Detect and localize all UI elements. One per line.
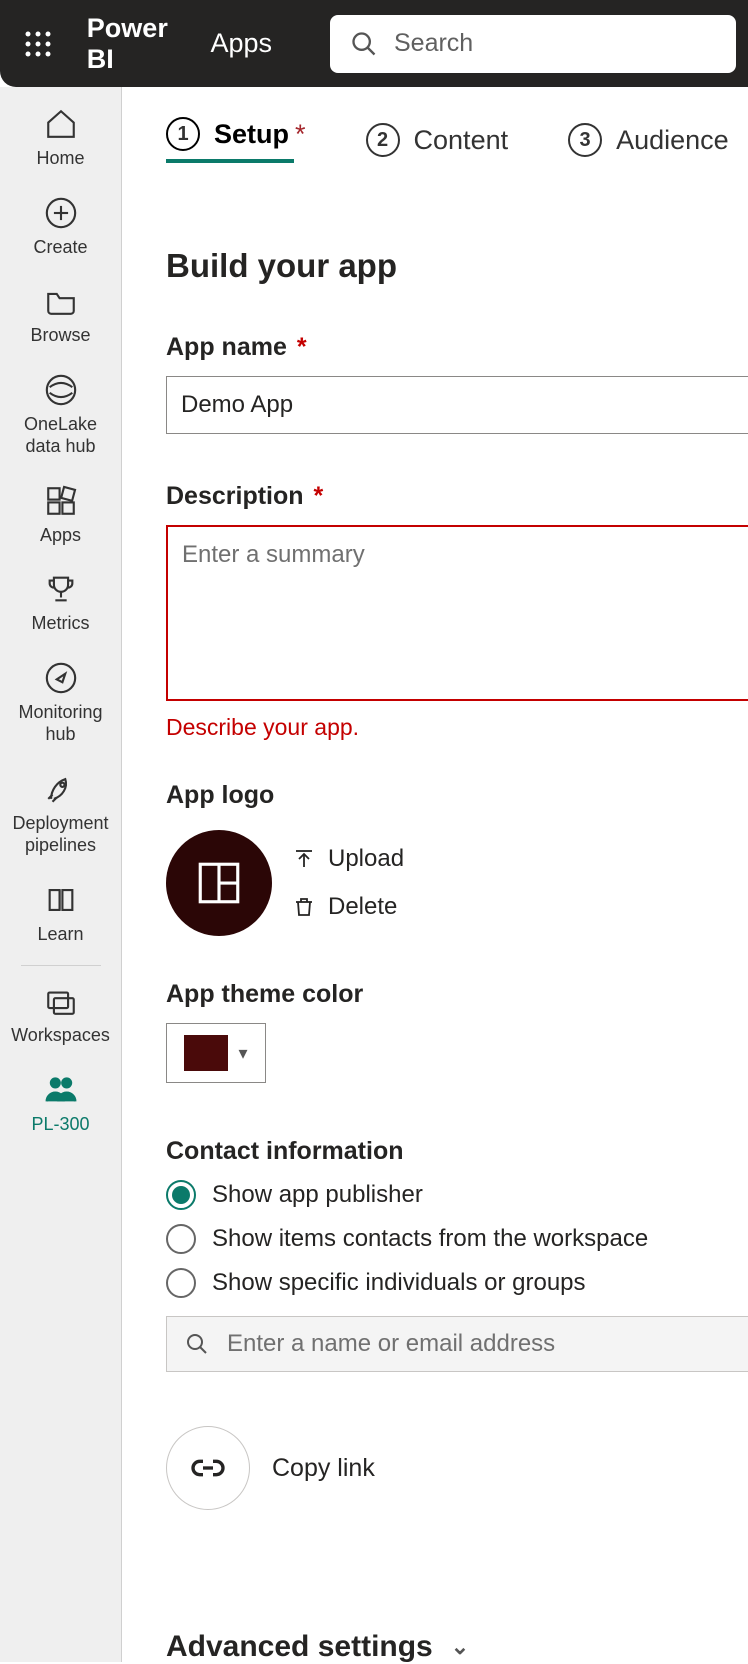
nav-home[interactable]: Home [6, 97, 116, 182]
page-title: Build your app [166, 247, 748, 285]
description-label: Description* [166, 482, 748, 511]
contact-label: Contact information [166, 1137, 748, 1166]
theme-color-picker[interactable]: ▾ [166, 1023, 266, 1083]
folder-icon [8, 284, 114, 318]
workspaces-icon [8, 984, 114, 1018]
contact-search-input[interactable] [227, 1330, 730, 1358]
app-launcher-icon[interactable] [12, 14, 65, 74]
plus-circle-icon [8, 196, 114, 230]
top-bar: Power BI Apps [0, 0, 748, 87]
link-icon [166, 1426, 250, 1510]
chevron-down-icon: ⌄ [451, 1634, 469, 1660]
upload-icon [292, 847, 316, 871]
brand-section[interactable]: Apps [210, 28, 272, 59]
advanced-settings-toggle[interactable]: Advanced settings ⌄ [166, 1630, 748, 1664]
tile-icon [194, 858, 244, 908]
contact-people-picker[interactable] [166, 1316, 748, 1372]
required-asterisk: * [295, 119, 306, 150]
nav-apps[interactable]: Apps [6, 474, 116, 559]
upload-button[interactable]: Upload [292, 845, 404, 873]
left-nav: Home Create Browse OneLake data hub Apps… [0, 87, 122, 1662]
description-error: Describe your app. [166, 714, 748, 741]
apps-icon [8, 484, 114, 518]
radio-icon [166, 1180, 196, 1210]
nav-pl300[interactable]: PL-300 [6, 1063, 116, 1148]
app-name-input[interactable] [166, 376, 748, 434]
nav-workspaces[interactable]: Workspaces [6, 974, 116, 1059]
nav-pipelines[interactable]: Deployment pipelines [6, 762, 116, 869]
contact-option-specific[interactable]: Show specific individuals or groups [166, 1268, 748, 1298]
radio-icon [166, 1224, 196, 1254]
theme-label: App theme color [166, 980, 748, 1009]
contact-option-workspace[interactable]: Show items contacts from the workspace [166, 1224, 748, 1254]
globe-icon [8, 373, 114, 407]
brand-title: Power BI [87, 13, 189, 75]
book-icon [8, 883, 114, 917]
compass-icon [8, 661, 114, 695]
nav-browse[interactable]: Browse [6, 274, 116, 359]
search-icon [185, 1332, 209, 1356]
nav-onelake[interactable]: OneLake data hub [6, 363, 116, 470]
search-icon [350, 30, 378, 58]
app-logo-preview [166, 830, 272, 936]
nav-monitoring[interactable]: Monitoring hub [6, 651, 116, 758]
search-input[interactable] [394, 29, 716, 58]
nav-create[interactable]: Create [6, 186, 116, 271]
step-setup[interactable]: 1 Setup * [166, 117, 306, 151]
copy-link-button[interactable]: Copy link [166, 1426, 748, 1510]
nav-learn[interactable]: Learn [6, 873, 116, 958]
app-name-label: App name* [166, 333, 748, 362]
step-audience[interactable]: 3 Audience [568, 117, 729, 163]
wizard-steps: 1 Setup * 2 Content 3 Audience [166, 117, 748, 163]
trophy-icon [8, 572, 114, 606]
nav-metrics[interactable]: Metrics [6, 562, 116, 647]
step-active-underline [166, 159, 294, 163]
chevron-down-icon: ▾ [238, 1043, 247, 1064]
rocket-icon [8, 772, 114, 806]
delete-button[interactable]: Delete [292, 893, 404, 921]
radio-icon [166, 1268, 196, 1298]
app-logo-label: App logo [166, 781, 748, 810]
main-content: 1 Setup * 2 Content 3 Audience Build you… [122, 87, 748, 1662]
team-icon [8, 1073, 114, 1107]
trash-icon [292, 895, 316, 919]
description-textarea[interactable] [166, 525, 748, 701]
theme-swatch [184, 1035, 228, 1071]
global-search[interactable] [330, 15, 736, 73]
contact-option-publisher[interactable]: Show app publisher [166, 1180, 748, 1210]
nav-separator [21, 965, 101, 966]
step-content[interactable]: 2 Content [366, 117, 509, 163]
home-icon [8, 107, 114, 141]
